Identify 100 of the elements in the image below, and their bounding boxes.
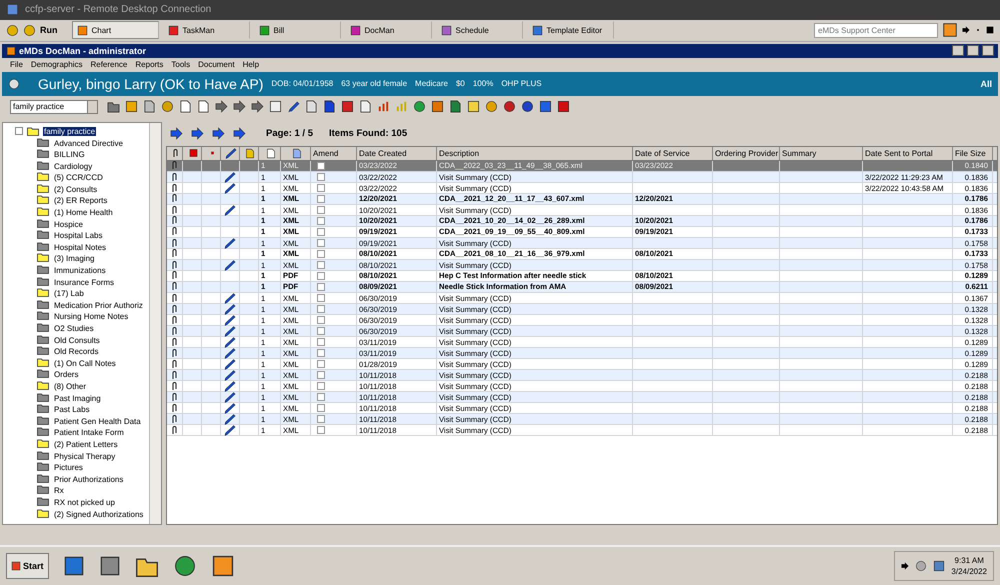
launcher-tab[interactable]: Bill [254,21,340,40]
box-icon[interactable] [210,554,235,578]
tree-item[interactable]: Past Imaging [53,394,102,403]
checkbox[interactable] [317,162,325,170]
tree-item[interactable]: (1) Home Health [53,208,114,218]
menu-item[interactable]: Demographics [30,60,82,70]
column-header[interactable]: Date of Service [633,146,713,160]
app-icon[interactable] [350,24,360,36]
back-icon[interactable] [191,127,204,140]
clipboard-icon[interactable] [245,148,255,159]
edit-document-icon[interactable] [197,100,210,114]
restore-button[interactable] [967,45,979,56]
checkbox[interactable] [317,206,325,214]
tree-item[interactable]: (2) Patient Letters [53,440,119,449]
pages-icon[interactable] [359,100,372,114]
checkbox[interactable] [317,282,325,291]
scrollbar[interactable] [149,122,161,524]
collapse-toggle[interactable] [15,127,23,136]
search-field[interactable]: eMDs Support Center [814,22,938,38]
copy-icon[interactable] [143,100,156,114]
file-type-icon[interactable] [292,148,302,159]
checkbox[interactable] [317,415,325,424]
tree-item[interactable]: Orders [53,370,80,380]
app-icon[interactable] [440,24,452,36]
launcher-tab[interactable]: DocMan [344,21,432,40]
forward-icon[interactable] [212,127,225,140]
tree-item[interactable]: Prior Authorizations [53,474,124,484]
tree-item[interactable]: Past Labs [53,405,91,414]
tree-item[interactable]: family practice [43,126,96,136]
tree-item[interactable]: Nursing Home Notes [53,312,130,322]
column-header[interactable]: Description [437,146,633,160]
menu-item[interactable]: Help [242,60,260,70]
chart-document-icon[interactable] [449,100,462,114]
checkbox[interactable] [317,404,325,412]
folder-icon[interactable] [107,100,120,114]
tree-item[interactable]: Hospital Notes [53,242,108,252]
app-icon[interactable] [6,46,16,56]
column-header[interactable]: Date Sent to Portal [863,146,953,160]
tree-item[interactable]: BILLING [53,150,86,160]
caret-icon[interactable] [962,26,970,34]
document-icon[interactable] [179,100,192,114]
tree-item[interactable]: Physical Therapy [53,452,116,461]
checkbox[interactable] [317,184,325,192]
forward-icon[interactable] [251,100,264,114]
checkbox[interactable] [317,305,325,314]
start-button[interactable]: Start [6,553,49,580]
tree-item[interactable]: Immunizations [53,266,107,276]
launcher-tab[interactable]: Schedule [436,21,522,40]
menu-item[interactable]: Document [198,60,235,70]
checkbox[interactable] [317,371,325,380]
file-icon[interactable] [323,100,336,114]
tree-item[interactable]: O2 Studies [53,324,95,333]
column-header[interactable]: Summary [780,146,863,160]
category-dropdown[interactable]: family practice [10,100,98,114]
all-filter[interactable]: All [980,78,992,89]
checkbox[interactable] [317,194,325,203]
tree-item[interactable]: RX not picked up [53,498,116,507]
tree-item[interactable]: Medication Prior Authoriz [53,300,144,310]
app-icon[interactable] [532,24,542,36]
caret-icon[interactable] [901,562,910,570]
first-page-icon[interactable] [170,127,183,140]
menu-item[interactable]: File [10,60,23,70]
checkbox[interactable] [317,216,325,225]
tree-item[interactable]: (2) ER Reports [53,196,108,206]
menu-item[interactable]: Tools [171,60,190,70]
tree-item[interactable]: (1) On Call Notes [53,358,117,368]
checkbox[interactable] [317,382,325,390]
column-header[interactable]: Ordering Provider [713,146,780,160]
minimize-button[interactable] [952,45,964,56]
checkbox[interactable] [317,360,325,368]
tree-item[interactable]: (3) Imaging [53,254,96,264]
tree-item[interactable]: (2) Consults [53,184,98,194]
tree-item[interactable]: Hospice [53,220,84,229]
document-icon[interactable] [266,148,276,159]
forward-icon[interactable] [233,100,246,114]
tree-item[interactable]: Old Consults [53,336,101,345]
tree-item[interactable]: Cardiology [53,162,94,171]
tree-item[interactable]: Hospital Labs [53,231,104,240]
forward-icon[interactable] [215,100,228,114]
menu-item[interactable]: Reference [90,60,128,70]
tree-item[interactable]: Patient Gen Health Data [53,416,142,426]
checkbox[interactable] [317,316,325,324]
launcher-tab[interactable]: Template Editor [526,21,614,40]
launcher-tab[interactable]: TaskMan [162,21,250,40]
export-icon[interactable] [305,100,318,114]
bar-chart-icon[interactable] [377,100,390,114]
checkbox[interactable] [317,228,325,236]
column-header[interactable]: Amend [311,146,357,160]
app-icon[interactable] [76,24,88,36]
tree-item[interactable]: Pictures [53,463,84,472]
checkbox[interactable] [317,272,325,280]
tree-item[interactable]: (2) Signed Authorizations [53,510,144,518]
checkbox[interactable] [317,173,325,182]
column-header[interactable]: Date Created [357,146,437,160]
checkbox[interactable] [317,294,325,302]
app-icon[interactable] [168,24,178,36]
checkbox[interactable] [317,250,325,258]
pen-icon[interactable] [287,100,300,114]
checkbox[interactable] [317,327,325,336]
last-page-icon[interactable] [233,127,246,140]
